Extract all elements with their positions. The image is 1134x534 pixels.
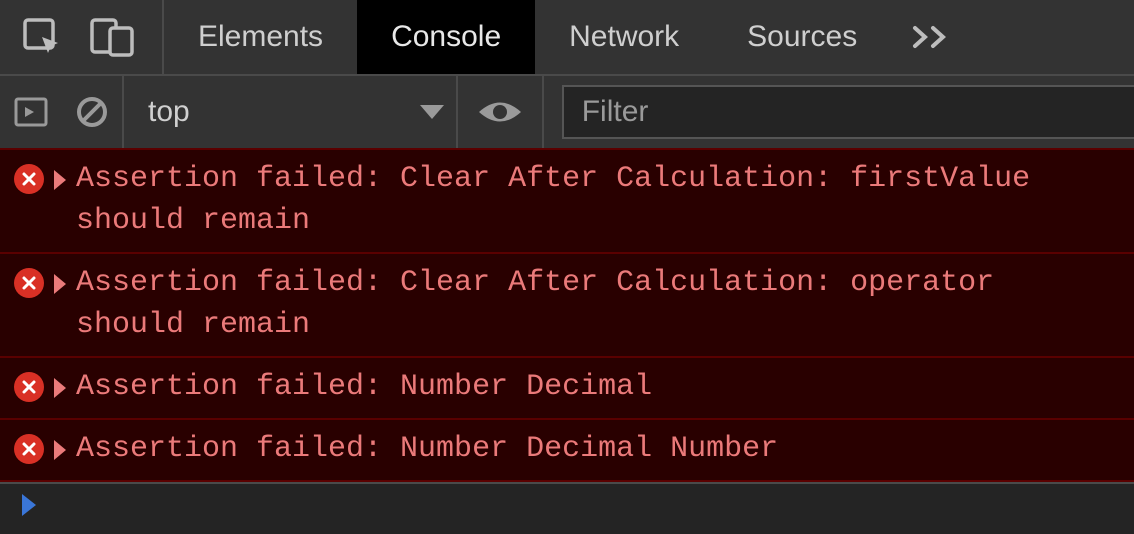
- clear-icon: [75, 95, 109, 129]
- tabs-overflow-button[interactable]: [891, 0, 985, 74]
- prompt-chevron-icon: [22, 494, 36, 516]
- disclosure-triangle-icon[interactable]: [54, 170, 66, 190]
- eye-icon: [477, 97, 523, 127]
- device-toggle-icon[interactable]: [90, 17, 134, 57]
- console-error-row[interactable]: Assertion failed: Clear After Calculatio…: [0, 252, 1134, 358]
- console-error-row[interactable]: Assertion failed: Clear After Calculatio…: [0, 148, 1134, 254]
- disclosure-triangle-icon[interactable]: [54, 274, 66, 294]
- live-expressions-button[interactable]: [458, 76, 544, 148]
- log-message: Assertion failed: Number Decimal: [76, 366, 662, 408]
- error-icon: [14, 434, 44, 464]
- tab-console[interactable]: Console: [357, 0, 535, 74]
- execution-context-selector[interactable]: top: [128, 76, 458, 148]
- disclosure-triangle-icon[interactable]: [54, 378, 66, 398]
- console-filter-input[interactable]: [562, 85, 1134, 139]
- dropdown-triangle-icon: [420, 105, 444, 119]
- clear-console-button[interactable]: [62, 76, 124, 148]
- tab-label: Sources: [747, 20, 857, 54]
- console-log-list: Assertion failed: Clear After Calculatio…: [0, 148, 1134, 482]
- tab-label: Network: [569, 20, 679, 54]
- devtools-tab-bar: Elements Console Network Sources: [0, 0, 1134, 76]
- console-sidebar-toggle[interactable]: [0, 76, 62, 148]
- error-icon: [14, 372, 44, 402]
- error-icon: [14, 164, 44, 194]
- disclosure-triangle-icon[interactable]: [54, 440, 66, 460]
- execution-context-label: top: [148, 95, 190, 129]
- tab-network[interactable]: Network: [535, 0, 713, 74]
- console-error-row[interactable]: Assertion failed: Number Decimal Number: [0, 418, 1134, 482]
- inspect-element-icon[interactable]: [22, 17, 62, 57]
- devtools-tab-icons: [0, 0, 164, 74]
- error-icon: [14, 268, 44, 298]
- console-error-row[interactable]: Assertion failed: Number Decimal: [0, 356, 1134, 420]
- tab-label: Elements: [198, 20, 323, 54]
- console-toolbar: top: [0, 76, 1134, 150]
- tab-elements[interactable]: Elements: [164, 0, 357, 74]
- filter-container: [544, 85, 1134, 139]
- console-prompt[interactable]: [0, 482, 1134, 526]
- tab-sources[interactable]: Sources: [713, 0, 891, 74]
- log-message: Assertion failed: Number Decimal Number: [76, 428, 788, 470]
- log-message: Assertion failed: Clear After Calculatio…: [76, 158, 1120, 242]
- tab-label: Console: [391, 20, 501, 54]
- sidebar-toggle-icon: [14, 95, 48, 129]
- log-message: Assertion failed: Clear After Calculatio…: [76, 262, 1120, 346]
- chevron-double-right-icon: [911, 25, 955, 49]
